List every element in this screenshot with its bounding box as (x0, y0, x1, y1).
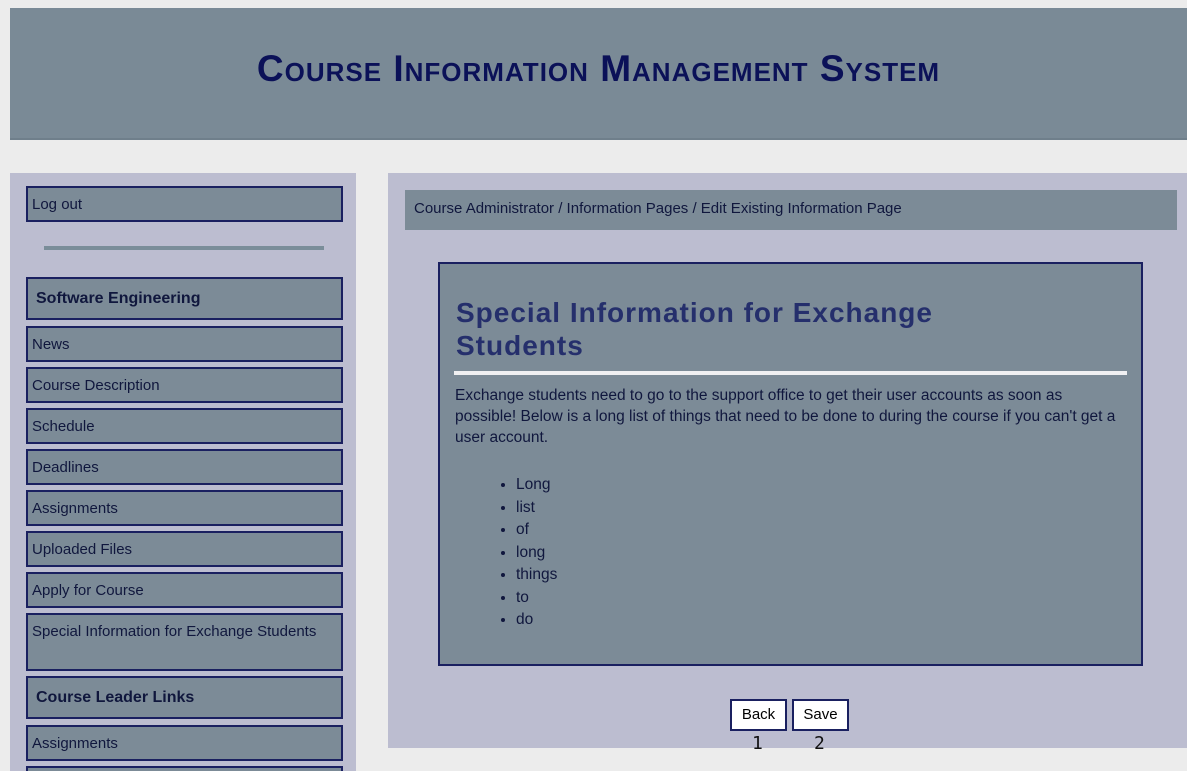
sidebar-item-leader-assignments[interactable]: Assignments (26, 725, 343, 761)
breadcrumb: Course Administrator / Information Pages… (405, 190, 1177, 230)
sidebar-section-course-leader-links: Course Leader Links (26, 676, 343, 719)
list-item: Long (516, 474, 557, 497)
save-button[interactable]: Save (792, 699, 849, 731)
back-button[interactable]: Back (730, 699, 787, 731)
list-item: list (516, 497, 557, 520)
logout-link[interactable]: Log out (26, 186, 343, 222)
sidebar: Log out Software Engineering News Course… (10, 173, 356, 771)
site-header: Course Information Management System (10, 8, 1187, 140)
page-title: Special Information for Exchange Student… (456, 297, 933, 361)
main-panel: Course Administrator / Information Pages… (388, 173, 1187, 748)
sidebar-item-apply-for-course[interactable]: Apply for Course (26, 572, 343, 608)
list-item: of (516, 519, 557, 542)
list-item: to (516, 587, 557, 610)
sidebar-item-uploaded-files[interactable]: Uploaded Files (26, 531, 343, 567)
title-divider (454, 371, 1127, 375)
list-item: things (516, 564, 557, 587)
sidebar-item-course-description[interactable]: Course Description (26, 367, 343, 403)
site-title: Course Information Management System (256, 48, 941, 89)
sidebar-item-partial[interactable] (26, 766, 343, 771)
bullet-list: Long list of long things to do (498, 474, 557, 632)
annotation-marker-1: 1 (752, 733, 763, 754)
sidebar-item-news[interactable]: News (26, 326, 343, 362)
annotation-marker-2: 2 (814, 733, 825, 754)
app-root: Course Information Management System Log… (0, 0, 1187, 771)
list-item: do (516, 609, 557, 632)
sidebar-divider (44, 246, 324, 250)
information-page-preview: Special Information for Exchange Student… (438, 262, 1143, 666)
sidebar-item-special-information[interactable]: Special Information for Exchange Student… (26, 613, 343, 671)
sidebar-item-schedule[interactable]: Schedule (26, 408, 343, 444)
sidebar-item-deadlines[interactable]: Deadlines (26, 449, 343, 485)
page-body-text: Exchange students need to go to the supp… (455, 387, 1116, 446)
list-item: long (516, 542, 557, 565)
sidebar-section-software-engineering: Software Engineering (26, 277, 343, 320)
sidebar-item-assignments[interactable]: Assignments (26, 490, 343, 526)
